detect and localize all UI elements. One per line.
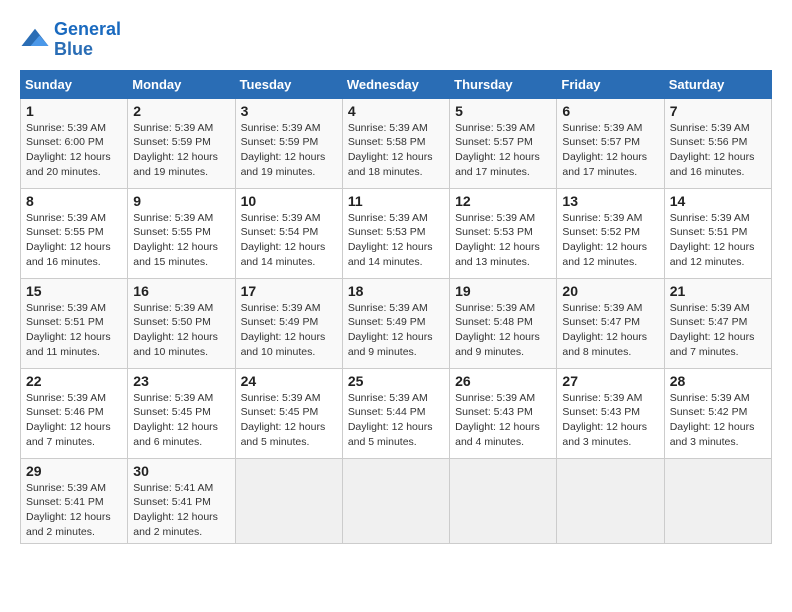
calendar-row: 29Sunrise: 5:39 AMSunset: 5:41 PMDayligh… (21, 458, 772, 544)
table-row: 17Sunrise: 5:39 AMSunset: 5:49 PMDayligh… (235, 278, 342, 368)
table-row (557, 458, 664, 544)
table-row: 25Sunrise: 5:39 AMSunset: 5:44 PMDayligh… (342, 368, 449, 458)
table-row: 10Sunrise: 5:39 AMSunset: 5:54 PMDayligh… (235, 188, 342, 278)
table-row: 26Sunrise: 5:39 AMSunset: 5:43 PMDayligh… (450, 368, 557, 458)
col-header-wednesday: Wednesday (342, 70, 449, 98)
table-row: 8Sunrise: 5:39 AMSunset: 5:55 PMDaylight… (21, 188, 128, 278)
table-row (664, 458, 771, 544)
table-row: 5Sunrise: 5:39 AMSunset: 5:57 PMDaylight… (450, 98, 557, 188)
table-row: 12Sunrise: 5:39 AMSunset: 5:53 PMDayligh… (450, 188, 557, 278)
table-row: 9Sunrise: 5:39 AMSunset: 5:55 PMDaylight… (128, 188, 235, 278)
logo-text: General Blue (54, 20, 121, 60)
table-row: 19Sunrise: 5:39 AMSunset: 5:48 PMDayligh… (450, 278, 557, 368)
page-header: General Blue (20, 20, 772, 60)
table-row: 23Sunrise: 5:39 AMSunset: 5:45 PMDayligh… (128, 368, 235, 458)
calendar-table: SundayMondayTuesdayWednesdayThursdayFrid… (20, 70, 772, 545)
logo: General Blue (20, 20, 121, 60)
table-row: 14Sunrise: 5:39 AMSunset: 5:51 PMDayligh… (664, 188, 771, 278)
col-header-saturday: Saturday (664, 70, 771, 98)
table-row: 15Sunrise: 5:39 AMSunset: 5:51 PMDayligh… (21, 278, 128, 368)
calendar-row: 15Sunrise: 5:39 AMSunset: 5:51 PMDayligh… (21, 278, 772, 368)
table-row: 22Sunrise: 5:39 AMSunset: 5:46 PMDayligh… (21, 368, 128, 458)
table-row: 2Sunrise: 5:39 AMSunset: 5:59 PMDaylight… (128, 98, 235, 188)
table-row: 30Sunrise: 5:41 AMSunset: 5:41 PMDayligh… (128, 458, 235, 544)
calendar-row: 22Sunrise: 5:39 AMSunset: 5:46 PMDayligh… (21, 368, 772, 458)
table-row (235, 458, 342, 544)
table-row: 4Sunrise: 5:39 AMSunset: 5:58 PMDaylight… (342, 98, 449, 188)
table-row: 3Sunrise: 5:39 AMSunset: 5:59 PMDaylight… (235, 98, 342, 188)
table-row: 13Sunrise: 5:39 AMSunset: 5:52 PMDayligh… (557, 188, 664, 278)
table-row: 1Sunrise: 5:39 AMSunset: 6:00 PMDaylight… (21, 98, 128, 188)
table-row: 24Sunrise: 5:39 AMSunset: 5:45 PMDayligh… (235, 368, 342, 458)
table-row: 27Sunrise: 5:39 AMSunset: 5:43 PMDayligh… (557, 368, 664, 458)
table-row: 11Sunrise: 5:39 AMSunset: 5:53 PMDayligh… (342, 188, 449, 278)
table-row: 28Sunrise: 5:39 AMSunset: 5:42 PMDayligh… (664, 368, 771, 458)
table-row: 6Sunrise: 5:39 AMSunset: 5:57 PMDaylight… (557, 98, 664, 188)
calendar-row: 1Sunrise: 5:39 AMSunset: 6:00 PMDaylight… (21, 98, 772, 188)
table-row: 16Sunrise: 5:39 AMSunset: 5:50 PMDayligh… (128, 278, 235, 368)
table-row: 29Sunrise: 5:39 AMSunset: 5:41 PMDayligh… (21, 458, 128, 544)
table-row: 20Sunrise: 5:39 AMSunset: 5:47 PMDayligh… (557, 278, 664, 368)
col-header-friday: Friday (557, 70, 664, 98)
table-row (450, 458, 557, 544)
table-row: 18Sunrise: 5:39 AMSunset: 5:49 PMDayligh… (342, 278, 449, 368)
col-header-thursday: Thursday (450, 70, 557, 98)
table-row (342, 458, 449, 544)
logo-icon (20, 25, 50, 55)
calendar-row: 8Sunrise: 5:39 AMSunset: 5:55 PMDaylight… (21, 188, 772, 278)
col-header-sunday: Sunday (21, 70, 128, 98)
col-header-tuesday: Tuesday (235, 70, 342, 98)
table-row: 21Sunrise: 5:39 AMSunset: 5:47 PMDayligh… (664, 278, 771, 368)
col-header-monday: Monday (128, 70, 235, 98)
table-row: 7Sunrise: 5:39 AMSunset: 5:56 PMDaylight… (664, 98, 771, 188)
